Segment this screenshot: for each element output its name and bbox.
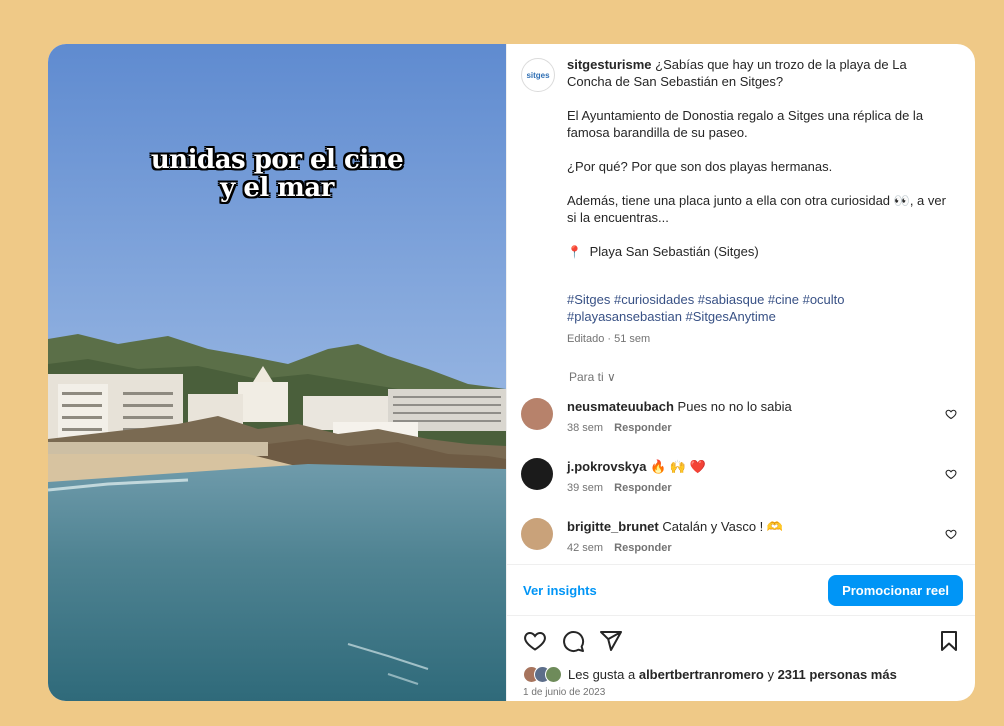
comment-time: 38 sem — [567, 422, 604, 434]
comments-filter-dropdown[interactable]: Para ti ∨ — [569, 370, 961, 384]
comment-item: neusmateuubach Pues no no lo sabia 38 se… — [521, 398, 961, 458]
comment-username[interactable]: brigitte_brunet — [567, 519, 659, 534]
liker-username[interactable]: albertbertranromero — [639, 667, 764, 682]
reply-button[interactable]: Responder — [614, 482, 671, 494]
commenter-avatar[interactable] — [521, 518, 553, 550]
comment-like-heart-icon[interactable] — [945, 528, 957, 540]
likes-prefix: Les gusta a — [568, 667, 636, 682]
edited-time: Editado · 51 sem — [567, 333, 651, 345]
like-heart-icon[interactable] — [523, 629, 547, 653]
comment-like-heart-icon[interactable] — [945, 468, 957, 480]
caption-paragraph: ¿Por qué? Por que son dos playas hermana… — [567, 159, 833, 174]
comment-item: j.pokrovskya 🔥 🙌 ❤️ 39 sem Responder — [521, 458, 961, 518]
save-bookmark-icon[interactable] — [937, 629, 961, 653]
comments-list: neusmateuubach Pues no no lo sabia 38 se… — [521, 398, 961, 578]
commenter-avatar[interactable] — [521, 458, 553, 490]
comment-username[interactable]: neusmateuubach — [567, 399, 674, 414]
overlay-line-1: unidas por el cine — [150, 145, 404, 175]
comment-text: 🔥 🙌 ❤️ — [650, 459, 706, 474]
reel-video[interactable]: unidas por el cine y el mar — [48, 44, 506, 701]
author-username[interactable]: sitgesturisme — [567, 57, 652, 72]
view-insights-link[interactable]: Ver insights — [523, 583, 597, 598]
action-bar — [523, 626, 961, 656]
comment-like-heart-icon[interactable] — [945, 408, 957, 420]
post-modal: unidas por el cine y el mar sitges sitge… — [48, 44, 975, 701]
location-pin-icon: 📍 — [567, 245, 582, 259]
caption-and-comments[interactable]: sitges sitgesturisme ¿Sabías que hay un … — [507, 44, 975, 564]
caption-paragraph: El Ayuntamiento de Donostia regalo a Sit… — [567, 108, 924, 140]
hashtags[interactable]: #Sitges #curiosidades #sabiasque #cine #… — [567, 291, 952, 325]
beach-scene-image — [48, 44, 506, 701]
comment-text: Pues no no lo sabia — [677, 399, 792, 414]
comment-time: 39 sem — [567, 482, 604, 494]
commenter-avatar[interactable] — [521, 398, 553, 430]
liker-avatars — [523, 666, 564, 683]
location-text: Playa San Sebastián (Sitges) — [589, 244, 759, 259]
overlay-line-2: y el mar — [220, 173, 334, 203]
reply-button[interactable]: Responder — [614, 542, 671, 554]
insights-row: Ver insights Promocionar reel — [507, 564, 975, 616]
comment-time: 42 sem — [567, 542, 604, 554]
comment-text: Catalán y Vasco ! 🫶 — [662, 519, 784, 534]
caption-paragraph: Además, tiene una placa junto a ella con… — [567, 193, 946, 225]
author-avatar[interactable]: sitges — [521, 58, 555, 92]
liker-avatar — [545, 666, 562, 683]
comment-username[interactable]: j.pokrovskya — [567, 459, 647, 474]
comment-bubble-icon[interactable] — [561, 629, 585, 653]
promote-reel-button[interactable]: Promocionar reel — [828, 574, 963, 606]
reply-button[interactable]: Responder — [614, 422, 671, 434]
post-details-panel: sitges sitgesturisme ¿Sabías que hay un … — [506, 44, 975, 701]
likes-count[interactable]: 2311 personas más — [778, 667, 897, 682]
share-paper-plane-icon[interactable] — [599, 629, 623, 653]
likes-middle: y — [767, 667, 774, 682]
caption: sitgesturisme ¿Sabías que hay un trozo d… — [567, 56, 952, 348]
caption-row: sitges sitgesturisme ¿Sabías que hay un … — [521, 56, 961, 348]
likes-summary[interactable]: Les gusta a albertbertranromero y 2311 p… — [523, 666, 897, 683]
post-date: 1 de junio de 2023 — [523, 687, 606, 698]
video-overlay-text: unidas por el cine y el mar — [48, 146, 506, 202]
